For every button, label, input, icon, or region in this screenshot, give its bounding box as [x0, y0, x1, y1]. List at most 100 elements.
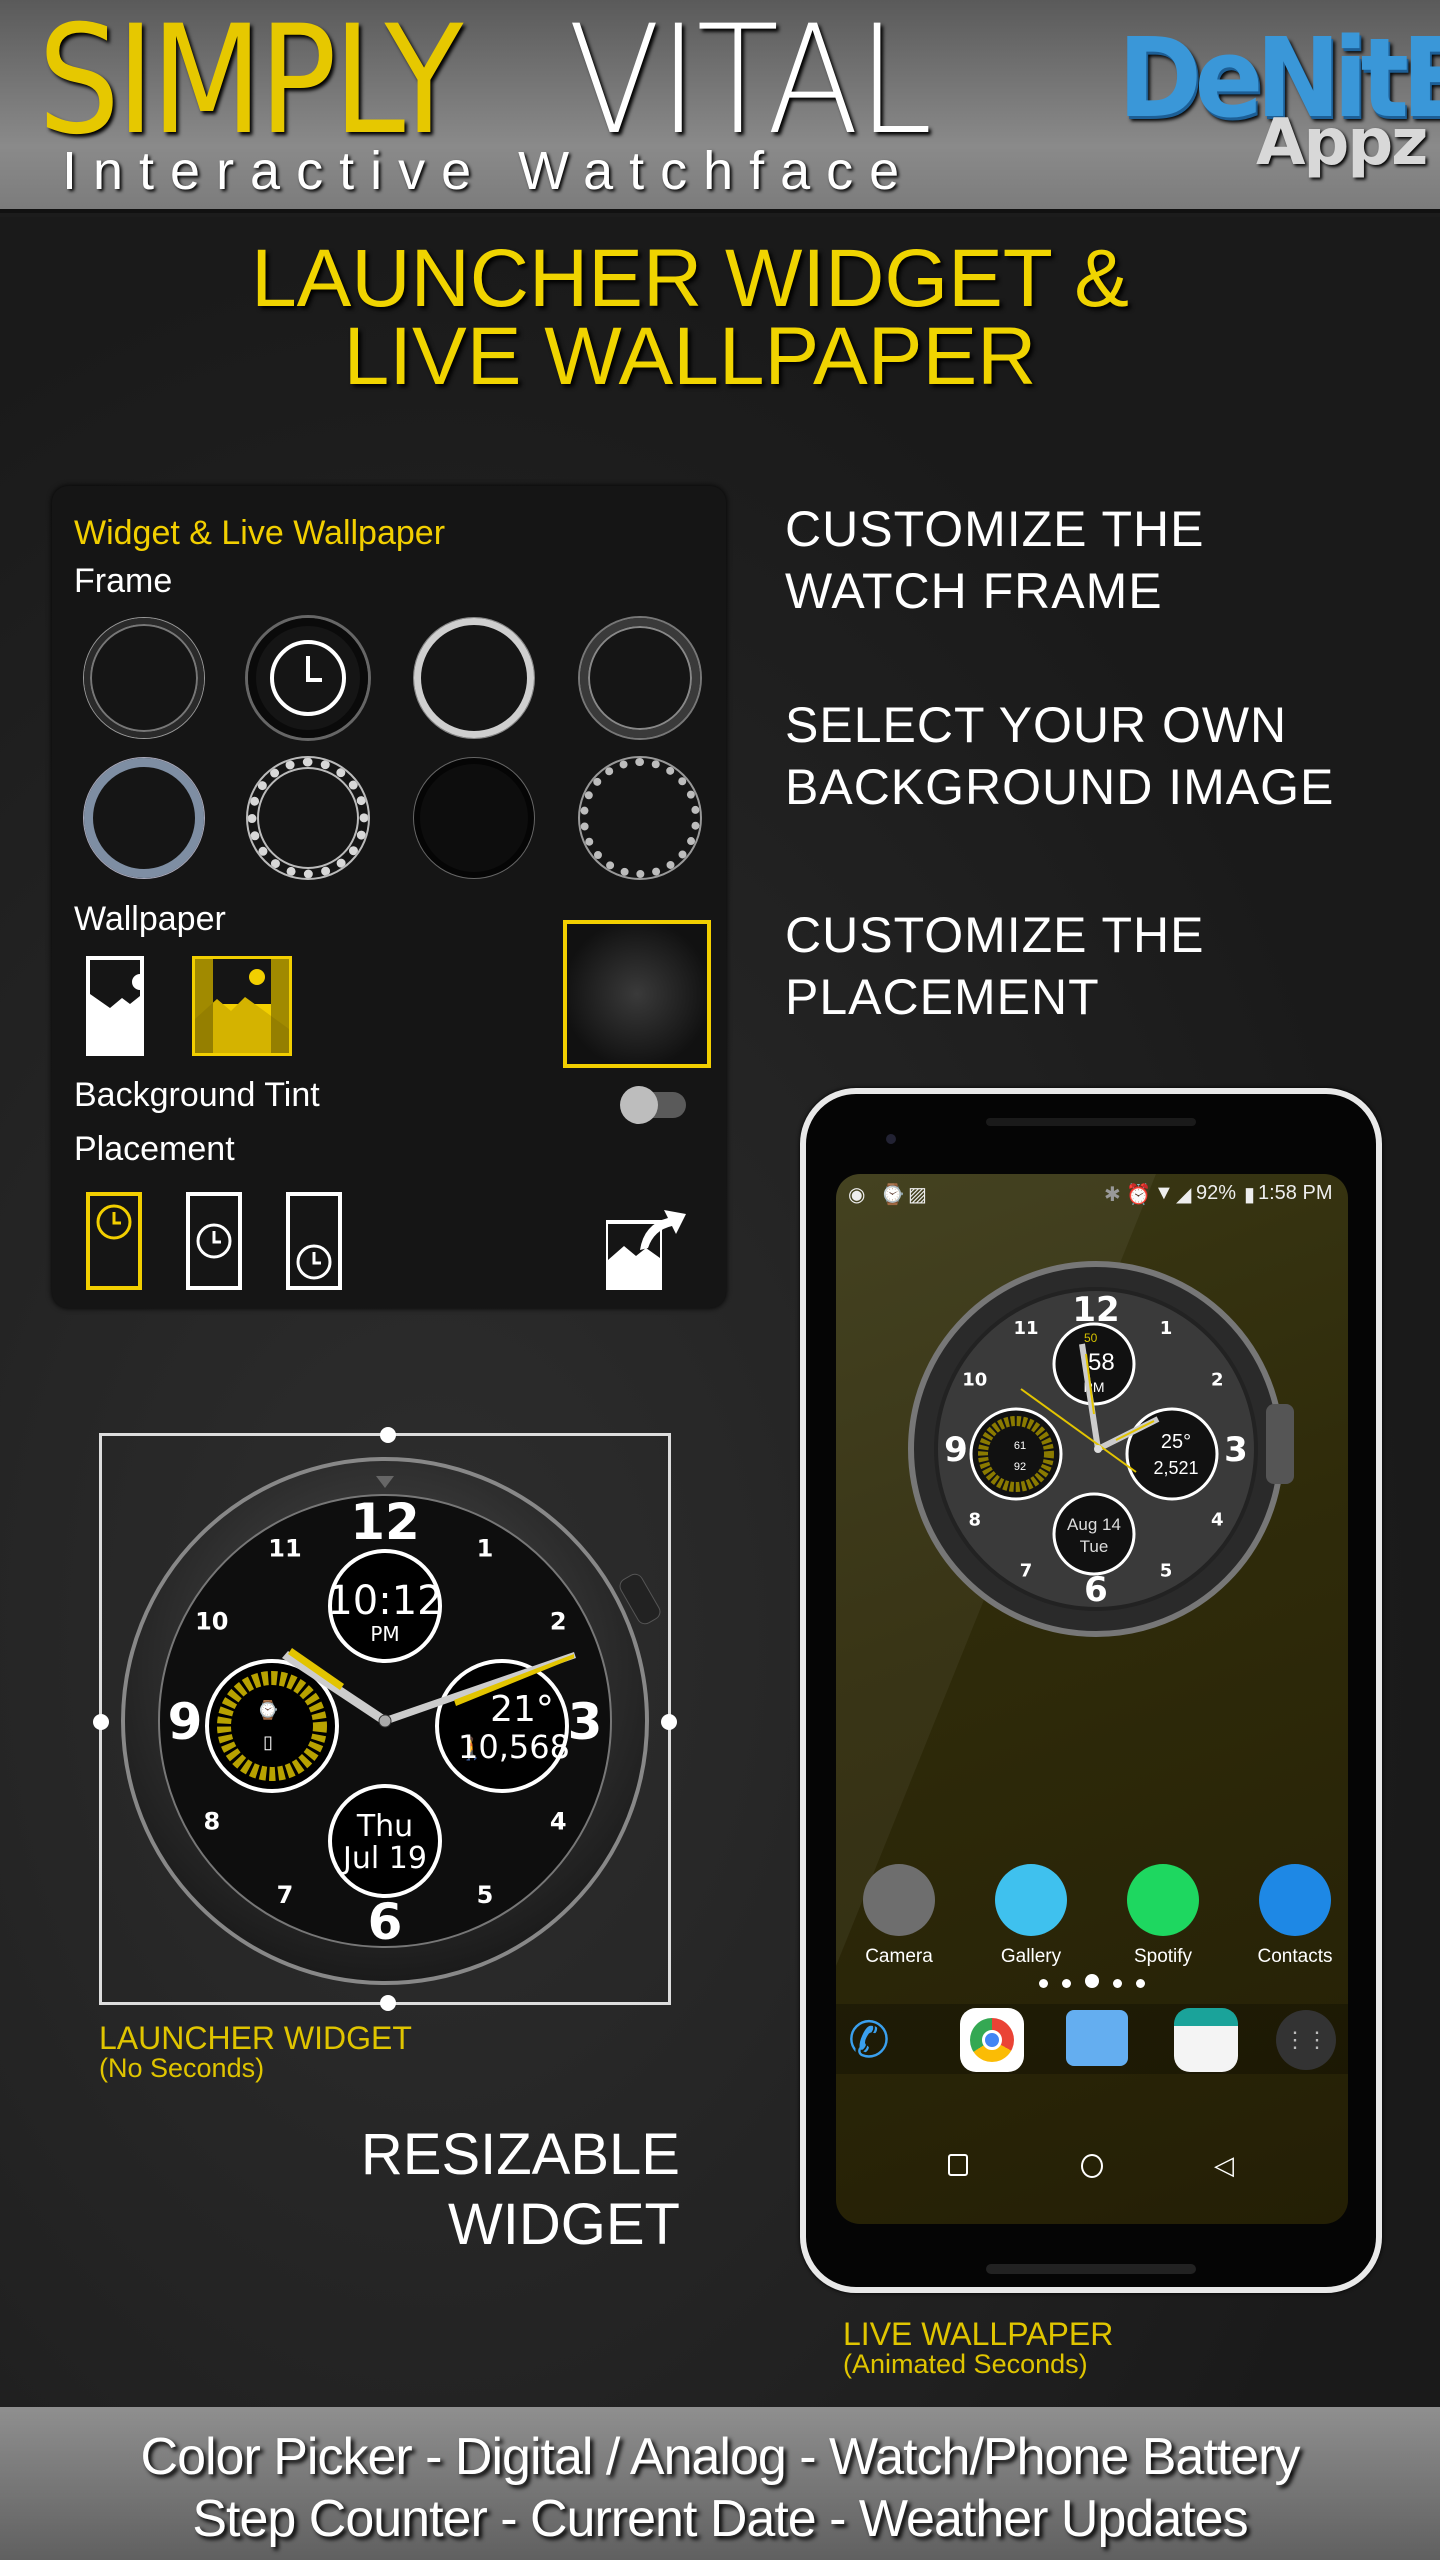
frame-option-diamond-silver[interactable]: [248, 758, 368, 878]
feature-background-line1: SELECT YOUR OWN: [785, 697, 1288, 753]
wallpaper-watch-battery: 61: [1014, 1440, 1026, 1452]
phone-screen: ◉ ⌚ ▨ ✱ ⏰ ▼ ◢ 92% ▮ 1:58 PM 12 1 2 3 4 5 6 7 8 9 1…: [836, 1174, 1348, 2224]
background-tint-label: Background Tint: [74, 1076, 320, 1114]
wallpaper-digital-seconds: 50: [1084, 1331, 1098, 1345]
frame-option-blue-steel[interactable]: [84, 758, 204, 878]
frame-option-black-bezel[interactable]: [84, 618, 204, 738]
page-dot[interactable]: [1113, 1979, 1122, 1988]
app-label: Spotify: [1133, 1946, 1193, 1967]
numeral-10: 10: [195, 1608, 228, 1636]
numeral-3: 3: [568, 1693, 603, 1751]
resizable-widget-text: RESIZABLE WIDGET: [250, 2120, 680, 2260]
widget-caption: LAUNCHER WIDGET (No Seconds): [99, 2022, 412, 2082]
settings-panel: Widget & Live Wallpaper Frame Wallpaper …: [52, 486, 726, 1308]
wallpaper-caption: LIVE WALLPAPER (Animated Seconds): [843, 2318, 1113, 2378]
page-dot[interactable]: [1039, 1979, 1048, 1988]
app-contacts[interactable]: Contacts: [1240, 1864, 1348, 1968]
panel-title: Widget & Live Wallpaper: [74, 514, 446, 552]
headline-line2: LIVE WALLPAPER: [343, 311, 1037, 402]
numeral-4: 4: [1211, 1509, 1224, 1530]
frame-option-silver[interactable]: [414, 618, 534, 738]
feature-frame-line1: CUSTOMIZE THE: [785, 501, 1205, 557]
watch-battery-icon: ⌚: [257, 1699, 279, 1720]
widget-watch-face: 12 1234567891011 10:12 PM ⌚ ▯ 21° 🚶 10,56…: [121, 1457, 661, 1985]
page-dot[interactable]: [1062, 1979, 1071, 1988]
app-spotify[interactable]: Spotify: [1108, 1864, 1218, 1968]
numeral-3: 3: [1224, 1430, 1248, 1470]
set-wallpaper-button[interactable]: [604, 1202, 690, 1292]
numeral-6: 6: [368, 1893, 403, 1951]
clock-icon: [270, 640, 346, 716]
footer-line2: Step Counter - Current Date - Weather Up…: [192, 2490, 1248, 2548]
numeral-8: 8: [968, 1509, 981, 1530]
top-speaker: [986, 1118, 1196, 1126]
alarm-icon: ⏰: [1126, 1184, 1151, 1206]
dock-email-icon[interactable]: [1174, 2008, 1238, 2072]
wallpaper-date: Aug 14: [1067, 1515, 1121, 1534]
back-button[interactable]: ◁: [1214, 2150, 1234, 2181]
bottom-speaker: [986, 2264, 1196, 2274]
placement-top-option[interactable]: [86, 1192, 142, 1290]
headline: LAUNCHER WIDGET & LIVE WALLPAPER: [0, 233, 1380, 402]
home-button[interactable]: [1081, 2154, 1103, 2178]
numeral-2: 2: [550, 1608, 567, 1636]
phone-battery-icon: ▯: [263, 1732, 273, 1752]
battery-icon: ▮: [1244, 1184, 1256, 1206]
widget-caption-sub: (No Seconds): [99, 2053, 265, 2083]
app-camera[interactable]: Camera: [844, 1864, 954, 1968]
wallpaper-watch-face: 12 1234567891011 50 :58 PM 61 92 25° 2,52…: [908, 1261, 1294, 1637]
feature-background-line2: BACKGROUND IMAGE: [785, 759, 1335, 815]
numeral-7: 7: [1020, 1561, 1033, 1582]
dock-phone-icon[interactable]: ✆: [848, 2010, 908, 2070]
watch-notification-icon: ⌚: [880, 1184, 905, 1206]
recents-button[interactable]: [948, 2154, 968, 2176]
front-camera-icon: [886, 1134, 896, 1144]
spotify-notification-icon: ◉: [848, 1184, 866, 1206]
numeral-5: 5: [1160, 1561, 1173, 1582]
headline-line1: LAUNCHER WIDGET &: [251, 233, 1129, 324]
app-gallery[interactable]: Gallery: [976, 1864, 1086, 1968]
numeral-8: 8: [203, 1808, 220, 1836]
widget-resize-frame[interactable]: 12 1 2 3 4 5 6 7 8 9 10 11 10:12 PM ⌚ ▯ 21° 🚶 10,56…: [93, 1427, 677, 2011]
app-drawer-button[interactable]: ⋮⋮: [1276, 2010, 1336, 2070]
header-banner: SIMPLY VITAL Interactive Watchface DeNit…: [0, 0, 1440, 213]
placement-center-option[interactable]: [186, 1192, 242, 1290]
bluetooth-icon: ✱: [1104, 1184, 1121, 1206]
wallpaper-crop-option[interactable]: [86, 956, 144, 1056]
placement-label: Placement: [74, 1130, 235, 1168]
frame-option-matte-black[interactable]: [414, 758, 534, 878]
subdial-weather-steps: [1125, 1407, 1219, 1501]
feature-frame-line2: WATCH FRAME: [785, 563, 1163, 619]
frame-option-knurled-silver[interactable]: [580, 758, 700, 878]
clock-icon: [96, 1204, 132, 1240]
camera-icon: [863, 1864, 935, 1936]
frame-option-chrono[interactable]: [248, 618, 368, 738]
gallery-icon: [995, 1864, 1067, 1936]
widget-day: Thu: [356, 1809, 413, 1844]
app-label: Camera: [865, 1946, 933, 1967]
status-bar: ◉ ⌚ ▨ ✱ ⏰ ▼ ◢ 92% ▮ 1:58 PM: [836, 1174, 1348, 1214]
clock-icon: [296, 1244, 332, 1280]
spotify-icon: [1127, 1864, 1199, 1936]
crown-icon: [1266, 1404, 1294, 1484]
numeral-7: 7: [277, 1881, 294, 1909]
background-tint-toggle[interactable]: [620, 1086, 686, 1124]
dock-chrome-icon[interactable]: [960, 2008, 1024, 2072]
numeral-9: 9: [944, 1430, 968, 1470]
wallpaper-fit-option[interactable]: [192, 956, 292, 1056]
dock-messages-icon[interactable]: [1066, 2010, 1128, 2066]
numeral-4: 4: [550, 1808, 567, 1836]
frame-label: Frame: [74, 562, 173, 600]
feature-background: SELECT YOUR OWN BACKGROUND IMAGE: [785, 694, 1334, 818]
numeral-9: 9: [168, 1693, 203, 1751]
brand-sub: Appz: [1256, 106, 1428, 180]
widget-steps: 10,568: [458, 1728, 570, 1766]
page-dot[interactable]: [1085, 1974, 1099, 1988]
page-dot[interactable]: [1136, 1979, 1145, 1988]
frame-option-dark-chrome[interactable]: [580, 618, 700, 738]
background-image-preview[interactable]: [563, 920, 711, 1068]
image-notification-icon: ▨: [908, 1184, 927, 1206]
numeral-11: 11: [1013, 1318, 1038, 1339]
wallpaper-steps: 2,521: [1153, 1458, 1198, 1478]
placement-bottom-option[interactable]: [286, 1192, 342, 1290]
